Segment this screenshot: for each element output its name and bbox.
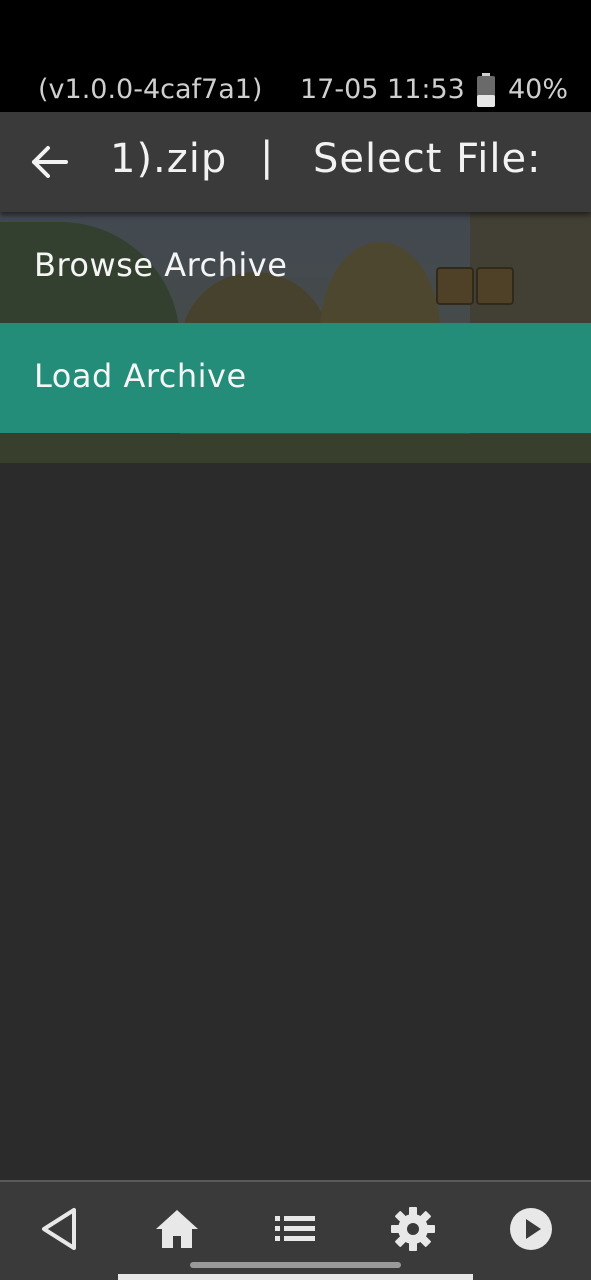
title-separator: | xyxy=(260,134,274,180)
title-bar: 1).zip | Select File: xyxy=(0,112,591,212)
home-icon[interactable] xyxy=(154,1206,200,1252)
gesture-handle[interactable] xyxy=(190,1262,401,1268)
gear-icon[interactable] xyxy=(390,1206,436,1252)
list-icon[interactable] xyxy=(272,1206,318,1252)
app-version: (v1.0.0-4caf7a1) xyxy=(38,74,263,105)
page-title: Select File: xyxy=(313,136,542,182)
bottom-edge-bar xyxy=(118,1274,473,1280)
battery-icon xyxy=(477,73,495,107)
archive-name: 1).zip xyxy=(110,136,228,182)
menu-item-load-archive[interactable]: Load Archive xyxy=(0,323,591,433)
menu-item-browse-archive[interactable]: Browse Archive xyxy=(0,212,591,322)
clock: 17-05 11:53 xyxy=(300,74,465,105)
battery-percent: 40% xyxy=(508,74,569,105)
empty-content-area xyxy=(0,463,591,1180)
status-bar: (v1.0.0-4caf7a1) 17-05 11:53 40% xyxy=(0,0,591,112)
menu-item-label: Browse Archive xyxy=(34,246,288,284)
play-icon[interactable] xyxy=(508,1206,554,1252)
menu-item-label: Load Archive xyxy=(34,357,247,395)
app-screen: (v1.0.0-4caf7a1) 17-05 11:53 40% 1).zip … xyxy=(0,0,591,1280)
back-arrow-icon[interactable] xyxy=(30,142,70,182)
back-triangle-icon[interactable] xyxy=(38,1206,84,1252)
